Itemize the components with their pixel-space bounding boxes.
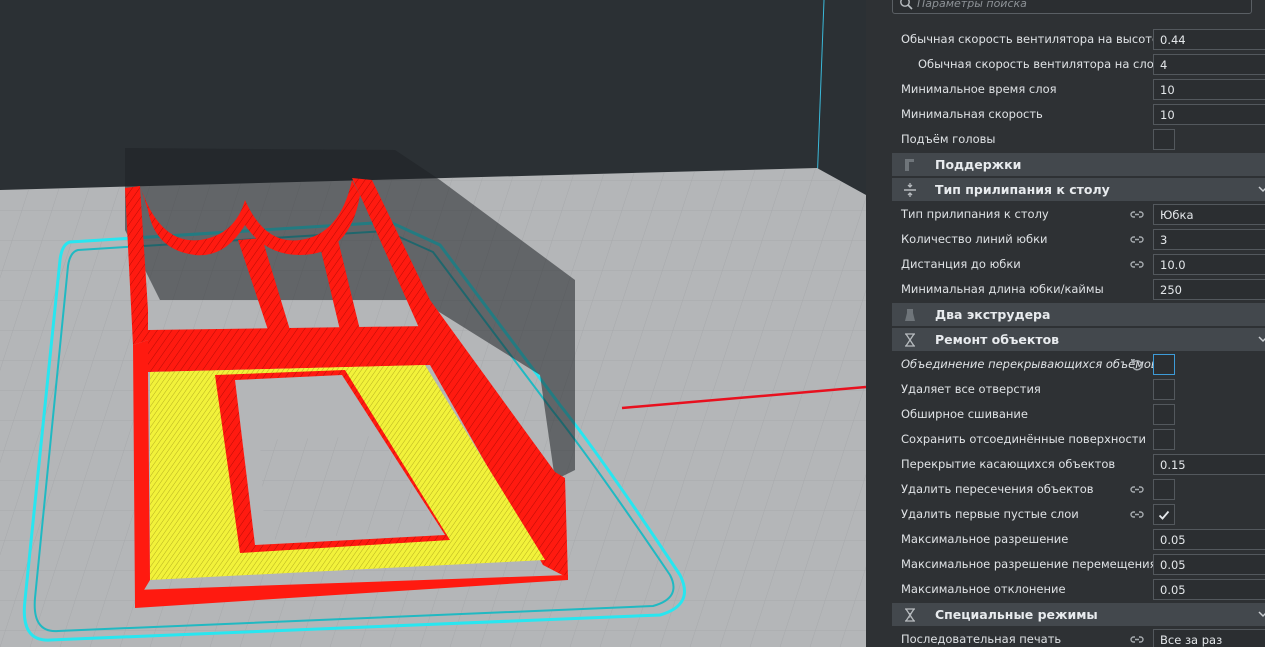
skirt-lines-field[interactable]: 3 (1153, 229, 1265, 250)
setting-row: Минимальное время слоя 10 (892, 77, 1265, 102)
setting-label: Обычная скорость вентилятора на слое (918, 57, 1161, 71)
min-layer-time-field[interactable]: 10 (1153, 79, 1265, 100)
3d-viewport[interactable] (0, 0, 866, 647)
setting-row: Количество линий юбки 3 (892, 227, 1265, 252)
print-sequence-select[interactable]: Все за раз (1153, 629, 1265, 647)
adhesion-icon (904, 183, 916, 197)
link-icon[interactable] (1130, 259, 1144, 270)
keep-disconnected-checkbox[interactable] (1153, 429, 1175, 450)
link-icon[interactable] (1130, 634, 1144, 645)
special-modes-icon: ? (905, 608, 915, 622)
setting-label: Удаляет все отверстия (901, 382, 1041, 396)
chevron-down-icon (1258, 186, 1265, 193)
middle-wall (148, 326, 430, 372)
checkmark-icon (1158, 510, 1170, 520)
setting-row: Обычная скорость вентилятора на слое 4 (892, 52, 1265, 77)
fan-speed-height-field[interactable]: 0.44m (1153, 29, 1265, 50)
remove-empty-layers-checkbox[interactable] (1153, 504, 1175, 525)
settings-panel: Параметры поиска Обычная скорость вентил… (866, 0, 1265, 647)
max-travel-resolution-field[interactable]: 0.05m (1153, 554, 1265, 575)
setting-row: Удаляет все отверстия (892, 377, 1265, 402)
adhesion-type-select[interactable]: Юбка (1153, 204, 1265, 225)
dual-extruder-icon (905, 309, 915, 321)
link-icon[interactable] (1130, 209, 1144, 220)
setting-row: Минимальная скорость 10mr (892, 102, 1265, 127)
setting-label: Сохранить отсоединённые поверхности (901, 432, 1146, 446)
merged-overlap-field[interactable]: 0.15m (1153, 454, 1265, 475)
setting-label: Максимальное разрешение перемещения (901, 557, 1157, 571)
lift-head-checkbox[interactable] (1153, 129, 1175, 150)
setting-row: Удалить пересечения объектов (892, 477, 1265, 502)
setting-row: Максимальное разрешение 0.05m (892, 527, 1265, 552)
category-special-modes[interactable]: ? Специальные режимы (892, 603, 1265, 626)
min-speed-field[interactable]: 10mr (1153, 104, 1265, 125)
support-icon (905, 159, 914, 171)
search-placeholder: Параметры поиска (917, 0, 1027, 10)
setting-row: Подъём головы (892, 127, 1265, 152)
setting-label: Минимальная длина юбки/каймы (901, 282, 1104, 296)
max-deviation-field[interactable]: 0.05m (1153, 579, 1265, 600)
setting-label: Удалить пересечения объектов (901, 482, 1094, 496)
setting-label: Дистанция до юбки (901, 257, 1021, 271)
link-icon[interactable] (1130, 234, 1144, 245)
setting-label: Минимальное время слоя (901, 82, 1057, 96)
remove-intersections-checkbox[interactable] (1153, 479, 1175, 500)
setting-row: Дистанция до юбки 10.0m (892, 252, 1265, 277)
left-front-wall (133, 340, 150, 605)
setting-label: Количество линий юбки (901, 232, 1048, 246)
union-overlapping-checkbox[interactable] (1153, 354, 1175, 375)
setting-row: Перекрытие касающихся объектов 0.15m (892, 452, 1265, 477)
setting-label: Последовательная печать (901, 632, 1062, 646)
remove-holes-checkbox[interactable] (1153, 379, 1175, 400)
setting-label: Обычная скорость вентилятора на высоте (901, 32, 1160, 46)
search-icon (900, 0, 913, 10)
setting-row: Удалить первые пустые слои (892, 502, 1265, 527)
setting-row: Объединение перекрывающихся объёмов (892, 352, 1265, 377)
category-mesh-fixes[interactable]: Ремонт объектов (892, 328, 1265, 351)
setting-row: Последовательная печать Все за раз (892, 627, 1265, 647)
setting-label: Подъём головы (901, 132, 996, 146)
setting-row: Обычная скорость вентилятора на высоте 0… (892, 27, 1265, 52)
skirt-min-length-field[interactable]: 250m (1153, 279, 1265, 300)
max-resolution-field[interactable]: 0.05m (1153, 529, 1265, 550)
setting-label: Минимальная скорость (901, 107, 1043, 121)
skirt-distance-field[interactable]: 10.0m (1153, 254, 1265, 275)
category-adhesion[interactable]: Тип прилипания к столу (892, 178, 1265, 201)
fan-speed-layer-field[interactable]: 4 (1153, 54, 1265, 75)
setting-label: Максимальное разрешение (901, 532, 1069, 546)
setting-label: Объединение перекрывающихся объёмов (901, 357, 1158, 371)
setting-row: Тип прилипания к столу Юбка (892, 202, 1265, 227)
category-dual-extrusion[interactable]: Два экструдера (892, 303, 1265, 326)
link-icon[interactable] (1130, 484, 1144, 495)
setting-label: Максимальное отклонение (901, 582, 1066, 596)
setting-row: Максимальное отклонение 0.05m (892, 577, 1265, 602)
setting-label: Удалить первые пустые слои (901, 507, 1079, 521)
setting-label: Тип прилипания к столу (901, 207, 1049, 221)
extensive-stitching-checkbox[interactable] (1153, 404, 1175, 425)
chevron-down-icon (1258, 336, 1265, 343)
mesh-fix-icon (905, 333, 915, 347)
setting-label: Обширное сшивание (901, 407, 1028, 421)
svg-text:?: ? (908, 612, 912, 620)
setting-row: Минимальная длина юбки/каймы 250m (892, 277, 1265, 302)
category-supports[interactable]: Поддержки (892, 153, 1265, 176)
setting-row: Сохранить отсоединённые поверхности (892, 427, 1265, 452)
reset-icon[interactable] (1130, 358, 1144, 371)
search-box[interactable]: Параметры поиска (892, 0, 1252, 14)
link-icon[interactable] (1130, 509, 1144, 520)
setting-row: Обширное сшивание (892, 402, 1265, 427)
setting-label: Перекрытие касающихся объектов (901, 457, 1116, 471)
chevron-down-icon (1258, 611, 1265, 618)
setting-row: Максимальное разрешение перемещения 0.05… (892, 552, 1265, 577)
